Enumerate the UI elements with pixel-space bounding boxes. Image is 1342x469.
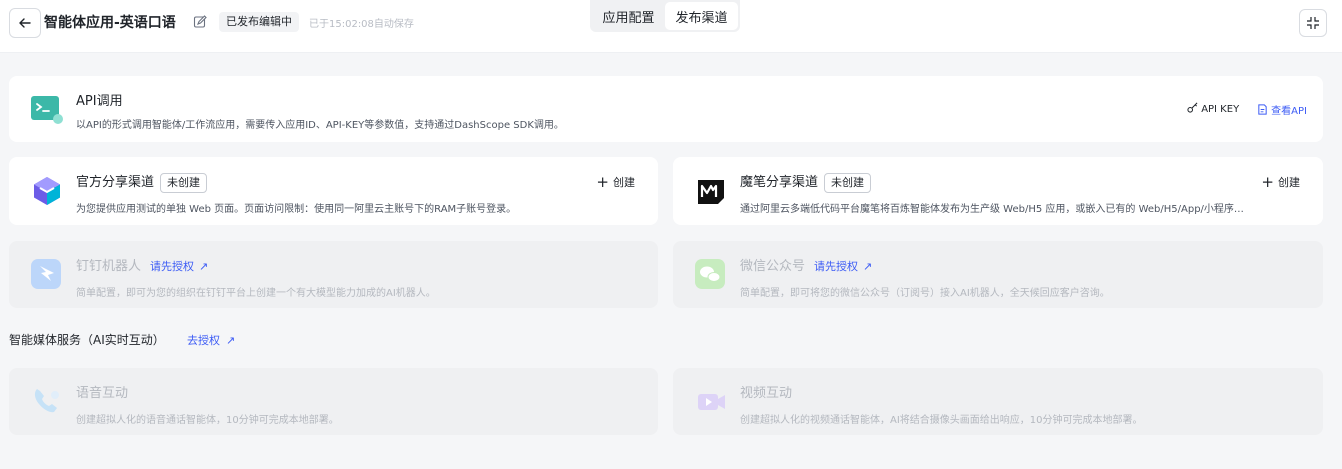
create-label: 创建 <box>1278 176 1300 189</box>
channel-description-official: 为您提供应用测试的单独 Web 页面。页面访问限制：使用同一阿里云主账号下的RA… <box>76 204 517 215</box>
tab-app-config[interactable]: 应用配置 <box>592 2 665 30</box>
edit-icon[interactable] <box>193 15 207 29</box>
channel-card-dingtalk: 钉钉机器人 请先授权 ↗ 简单配置，即可为您的组织在钉钉平台上创建一个有大模型能力加… <box>9 241 658 308</box>
view-api-button[interactable]: 查看API <box>1257 102 1307 117</box>
channel-name: 微信公众号 <box>740 259 806 274</box>
status-tag: 未创建 <box>824 172 872 193</box>
video-icon <box>698 394 725 410</box>
channel-name: 钉钉机器人 <box>76 259 142 274</box>
media-card-voice: 语音互动 创建超拟人化的语音通话智能体，10分钟可完成本地部署。 <box>9 368 658 435</box>
authorize-link[interactable]: 请先授权 ↗ <box>814 258 872 274</box>
media-title-voice: 语音互动 <box>76 386 129 401</box>
arrow-left-icon <box>19 18 31 28</box>
top-bar: 智能体应用-英语口语 已发布编辑中 已于15:02:08自动保存 应用配置 发布… <box>0 0 1342 53</box>
create-label: 创建 <box>613 176 635 189</box>
api-card: API调用 以API的形式调用智能体/工作流应用，需要传入应用ID、API-KE… <box>9 76 1323 142</box>
channel-title-official: 官方分享渠道 未创建 <box>76 171 208 193</box>
channel-card-wechat: 微信公众号 请先授权 ↗ 简单配置，即可将您的微信公众号（订阅号）接入AI机器人，全… <box>673 241 1323 308</box>
collapse-icon <box>1307 17 1319 29</box>
plus-icon: + <box>1261 173 1274 191</box>
channel-card-mobi: 魔笔分享渠道 未创建 + 创建 通过阿里云多端低代码平台魔笔将百炼智能体发布为生产级… <box>673 157 1323 225</box>
media-description-voice: 创建超拟人化的语音通话智能体，10分钟可完成本地部署。 <box>76 415 339 426</box>
channel-card-official: 官方分享渠道 未创建 + 创建 为您提供应用测试的单独 Web 页面。页面访问限制：… <box>9 157 658 225</box>
media-card-video: 视频互动 创建超拟人化的视频通话智能体，AI将结合摄像头画面给出响应，10分钟可… <box>673 368 1323 435</box>
view-api-label: 查看API <box>1271 106 1307 117</box>
channel-name: 官方分享渠道 <box>76 175 155 190</box>
media-authorize-link[interactable]: 去授权 ↗ <box>187 332 235 348</box>
plus-icon: + <box>596 173 609 191</box>
media-title-video: 视频互动 <box>740 386 793 401</box>
cube-logo-icon <box>34 177 60 205</box>
api-card-title: API调用 <box>76 94 123 109</box>
wechat-icon <box>695 259 725 289</box>
channel-title-mobi: 魔笔分享渠道 未创建 <box>740 171 872 193</box>
channel-title-dingtalk: 钉钉机器人 请先授权 ↗ <box>76 255 208 274</box>
key-icon <box>1187 102 1198 113</box>
external-link-icon: ↗ <box>863 260 873 273</box>
app-title: 智能体应用-英语口语 <box>44 15 176 31</box>
mobi-logo-icon <box>698 180 724 204</box>
media-description-video: 创建超拟人化的视频通话智能体，AI将结合摄像头画面给出响应，10分钟可完成本地部… <box>740 415 1143 426</box>
authorize-link[interactable]: 请先授权 ↗ <box>150 258 208 274</box>
channel-title-wechat: 微信公众号 请先授权 ↗ <box>740 255 872 274</box>
api-key-button[interactable]: API KEY <box>1187 102 1239 117</box>
collapse-button[interactable] <box>1299 9 1327 37</box>
autosave-text: 已于15:02:08自动保存 <box>309 19 414 30</box>
status-tag: 未创建 <box>160 172 208 193</box>
channel-description-wechat: 简单配置，即可将您的微信公众号（订阅号）接入AI机器人，全天候回应客户咨询。 <box>740 288 1110 299</box>
phone-icon <box>34 389 59 413</box>
external-link-icon: ↗ <box>226 334 236 347</box>
channel-description-mobi: 通过阿里云多端低代码平台魔笔将百炼智能体发布为生产级 Web/H5 应用，或嵌入… <box>740 204 1244 215</box>
create-official-button[interactable]: + 创建 <box>596 173 635 191</box>
api-actions: API KEY 查看API <box>1187 102 1307 117</box>
channel-description-dingtalk: 简单配置，即可为您的组织在钉钉平台上创建一个有大模型能力加成的AI机器人。 <box>76 288 436 299</box>
api-card-description: 以API的形式调用智能体/工作流应用，需要传入应用ID、API-KEY等参数值，… <box>76 120 564 131</box>
external-link-icon: ↗ <box>199 260 209 273</box>
media-section-title: 智能媒体服务（AI实时互动） <box>9 333 165 347</box>
channel-name: 魔笔分享渠道 <box>740 175 819 190</box>
mode-tabs: 应用配置 发布渠道 <box>590 0 740 32</box>
document-icon <box>1258 104 1267 115</box>
dingtalk-icon <box>31 259 61 289</box>
api-key-label: API KEY <box>1201 104 1240 115</box>
tab-publish-channels[interactable]: 发布渠道 <box>665 2 738 30</box>
status-badge: 已发布编辑中 <box>219 12 299 32</box>
back-button[interactable] <box>9 8 41 38</box>
create-mobi-button[interactable]: + 创建 <box>1261 173 1300 191</box>
terminal-icon <box>31 96 63 124</box>
